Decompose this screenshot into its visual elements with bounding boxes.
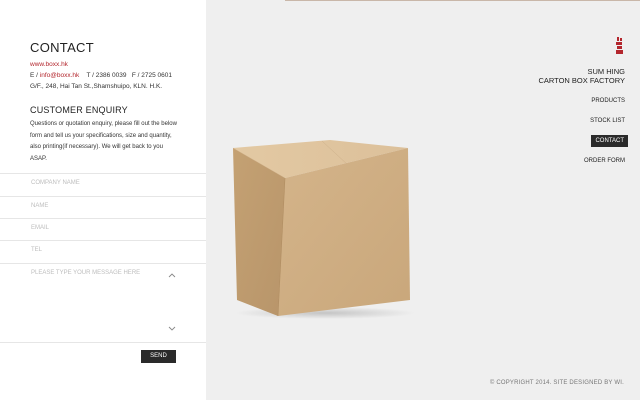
nav-item-products[interactable]: PRODUCTS [591, 98, 625, 104]
carton-box-image [232, 140, 415, 319]
address-text: G/F., 248, Hai Tan St.,Shamshuipo, KLN. … [30, 83, 163, 90]
brand-logo-icon [616, 37, 623, 54]
name-field[interactable]: NAME [0, 196, 206, 219]
website-link[interactable]: www.boxx.hk [30, 61, 68, 68]
message-placeholder: PLEASE TYPE YOUR MESSAGE HERE [31, 270, 141, 276]
contact-details: E / info@boxx.hk T / 2386 0039 F / 2725 … [30, 72, 172, 79]
email-link[interactable]: info@boxx.hk [40, 72, 79, 79]
enquiry-title: CUSTOMER ENQUIRY [30, 105, 128, 115]
nav-item-order-form[interactable]: ORDER FORM [584, 158, 625, 164]
page-title: CONTACT [30, 40, 94, 55]
top-divider [285, 0, 640, 1]
company-field[interactable]: COMPANY NAME [0, 173, 206, 196]
copyright-text: © COPYRIGHT 2014. SITE DESIGNED BY WI. [489, 380, 624, 386]
tel-field[interactable]: TEL [0, 240, 206, 263]
fax-text: F / 2725 0601 [131, 72, 173, 79]
tel-placeholder: TEL [31, 247, 43, 253]
name-placeholder: NAME [31, 203, 49, 209]
enquiry-text: Questions or quotation enquiry, please f… [30, 121, 177, 162]
nav-item-stock-list[interactable]: STOCK LIST [590, 118, 625, 124]
message-field[interactable]: PLEASE TYPE YOUR MESSAGE HERE [0, 263, 206, 343]
brand-name-line1: SUM HING [587, 67, 626, 76]
email-field[interactable]: EMAIL [0, 218, 206, 241]
nav-item-contact[interactable]: CONTACT [591, 135, 628, 147]
chevron-up-icon[interactable] [168, 272, 176, 278]
email-prefix: E / [30, 72, 40, 79]
chevron-down-icon[interactable] [168, 326, 176, 332]
tel-text: T / 2386 0039 [86, 72, 127, 79]
send-button[interactable]: SEND [141, 350, 176, 363]
contact-panel: CONTACT www.boxx.hk E / info@boxx.hk T /… [0, 0, 206, 400]
company-placeholder: COMPANY NAME [31, 180, 80, 186]
email-placeholder: EMAIL [31, 225, 50, 231]
brand-name-line2: CARTON BOX FACTORY [538, 76, 625, 85]
